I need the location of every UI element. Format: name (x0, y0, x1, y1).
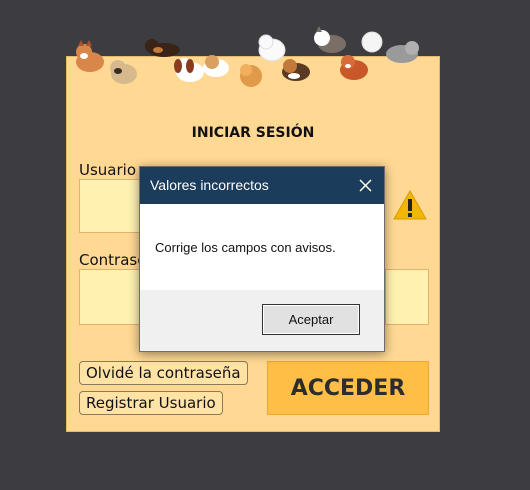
warning-icon (393, 189, 427, 220)
dog-beagle (282, 59, 310, 81)
dog-cavalier (174, 58, 204, 82)
dog-corgi (203, 55, 229, 77)
acceder-button[interactable]: ACCEDER (267, 361, 429, 415)
dog-akita (340, 55, 368, 80)
dialog-body: Corrige los campos con avisos. (140, 204, 384, 290)
dialog-footer: Aceptar (140, 290, 384, 351)
error-dialog: Valores incorrectos Corrige los campos c… (139, 166, 385, 352)
close-icon[interactable] (359, 179, 372, 192)
dialog-message: Corrige los campos con avisos. (155, 240, 336, 255)
dog-husky (314, 26, 346, 53)
form-title: INICIAR SESIÓN (191, 125, 315, 141)
dog-pug (110, 60, 137, 84)
forgot-password-button[interactable]: Olvidé la contraseña (79, 361, 248, 385)
dog-dachshund (145, 39, 180, 57)
dog-schnauzer (386, 41, 419, 63)
dialog-title: Valores incorrectos (150, 177, 269, 193)
accept-button[interactable]: Aceptar (262, 304, 360, 335)
password-input-right[interactable] (385, 269, 429, 325)
dog-shiba (76, 40, 104, 72)
dog-samoyed (258, 34, 286, 62)
user-label: Usuario (79, 161, 137, 179)
register-user-button[interactable]: Registrar Usuario (79, 391, 223, 415)
dialog-titlebar: Valores incorrectos (140, 167, 384, 204)
dog-pomeranian (240, 64, 262, 87)
dog-bichon (361, 31, 383, 53)
dogs-banner (76, 26, 419, 87)
